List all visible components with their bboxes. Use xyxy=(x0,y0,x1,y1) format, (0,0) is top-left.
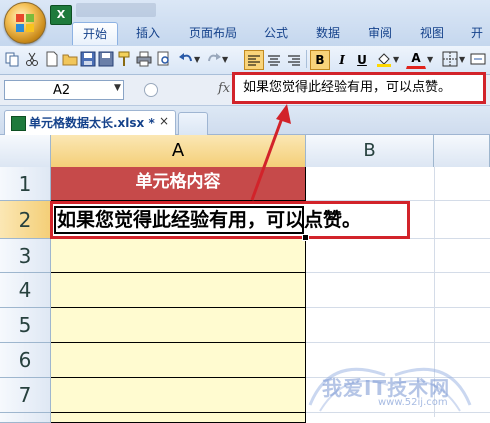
align-right-button[interactable] xyxy=(284,50,304,70)
workbook-tab-name: 单元格数据太长.xlsx * xyxy=(29,116,155,130)
row-header-4[interactable]: 4 xyxy=(0,273,51,308)
tab-insert[interactable]: 插入 xyxy=(126,22,170,44)
cell-b3[interactable] xyxy=(306,239,490,273)
font-color-button[interactable]: A xyxy=(406,50,426,69)
office-logo-icon xyxy=(16,14,34,32)
merge-cells-icon[interactable] xyxy=(470,51,486,67)
cell-b1[interactable] xyxy=(306,167,490,201)
workbook-tab-strip: 单元格数据太长.xlsx * × xyxy=(0,106,490,135)
fill-color-icon[interactable] xyxy=(376,51,392,67)
insert-function-button[interactable]: fx xyxy=(218,81,230,96)
expand-circle-icon xyxy=(144,83,158,97)
row-header-8[interactable] xyxy=(0,413,51,423)
name-box[interactable]: A2 xyxy=(4,80,124,100)
column-header-a[interactable]: A xyxy=(51,135,306,167)
excel-icon[interactable]: X xyxy=(50,5,72,25)
row-header-3[interactable]: 3 xyxy=(0,239,51,273)
redo-dropdown-icon[interactable]: ▼ xyxy=(222,55,238,71)
underline-button[interactable]: U xyxy=(352,50,372,70)
cell-b5[interactable] xyxy=(306,308,490,343)
tab-view[interactable]: 视图 xyxy=(412,22,452,44)
borders-icon[interactable] xyxy=(442,51,458,67)
row-header-1[interactable]: 1 xyxy=(0,167,51,201)
cell-a8[interactable] xyxy=(51,413,306,423)
undo-icon[interactable] xyxy=(178,51,194,67)
excel-file-icon xyxy=(11,116,26,131)
name-box-dropdown-icon[interactable]: ▼ xyxy=(114,83,121,93)
row-header-6[interactable]: 6 xyxy=(0,343,51,378)
tab-data[interactable]: 数据 xyxy=(308,22,348,44)
cut-icon[interactable] xyxy=(24,51,40,67)
window-title-blurred xyxy=(76,3,156,17)
office-button[interactable] xyxy=(4,2,46,44)
row-header-2[interactable]: 2 xyxy=(0,201,51,239)
cell-a1[interactable]: 单元格内容 xyxy=(51,167,306,201)
format-painter-icon[interactable] xyxy=(116,51,132,67)
select-all-corner[interactable] xyxy=(0,135,51,167)
tab-home[interactable]: 开始 xyxy=(72,22,118,45)
column-header-row: A B xyxy=(0,135,490,168)
cell-a4[interactable] xyxy=(51,273,306,308)
toolbar-separator xyxy=(306,50,307,68)
row-header-7[interactable]: 7 xyxy=(0,378,51,413)
new-file-icon[interactable] xyxy=(44,51,60,67)
formula-input[interactable]: 如果您觉得此经验有用，可以点赞。 xyxy=(232,72,486,104)
watermark-url: www.52ij.com xyxy=(378,397,448,408)
save-as-icon[interactable] xyxy=(98,51,114,67)
bold-button[interactable]: B xyxy=(310,50,330,70)
cell-a3[interactable] xyxy=(51,239,306,273)
align-left-button[interactable] xyxy=(244,50,264,70)
cell-b4[interactable] xyxy=(306,273,490,308)
tab-review[interactable]: 审阅 xyxy=(360,22,400,44)
column-header-b[interactable]: B xyxy=(306,135,434,167)
format-toolbar: ▼ ▼ B I U ▼ A ▼ ▼ xyxy=(0,46,490,75)
font-color-dropdown-icon[interactable]: ▼ xyxy=(427,55,443,71)
row-header-5[interactable]: 5 xyxy=(0,308,51,343)
tab-developer[interactable]: 开 xyxy=(464,22,490,44)
close-tab-icon[interactable]: × xyxy=(159,114,169,128)
fill-handle[interactable] xyxy=(302,234,309,241)
redo-icon[interactable] xyxy=(206,51,222,67)
cell-a2-text: 如果您觉得此经验有用，可以点赞。 xyxy=(57,209,362,231)
column-header-c[interactable] xyxy=(434,135,490,167)
tab-formulas[interactable]: 公式 xyxy=(256,22,296,44)
print-icon[interactable] xyxy=(136,51,152,67)
tab-page-layout[interactable]: 页面布局 xyxy=(180,22,246,44)
print-preview-icon[interactable] xyxy=(156,51,172,67)
new-tab-button[interactable] xyxy=(178,112,208,135)
open-folder-icon[interactable] xyxy=(62,51,78,67)
italic-button[interactable]: I xyxy=(332,50,352,70)
copy-icon[interactable] xyxy=(4,51,20,67)
cell-a6[interactable] xyxy=(51,343,306,378)
workbook-tab[interactable]: 单元格数据太长.xlsx * × xyxy=(4,110,176,135)
cell-a5[interactable] xyxy=(51,308,306,343)
ribbon-tab-bar: X 开始 插入 页面布局 公式 数据 审阅 视图 开 xyxy=(0,0,490,47)
align-center-button[interactable] xyxy=(264,50,284,70)
cell-a7[interactable] xyxy=(51,378,306,413)
save-icon[interactable] xyxy=(80,51,96,67)
